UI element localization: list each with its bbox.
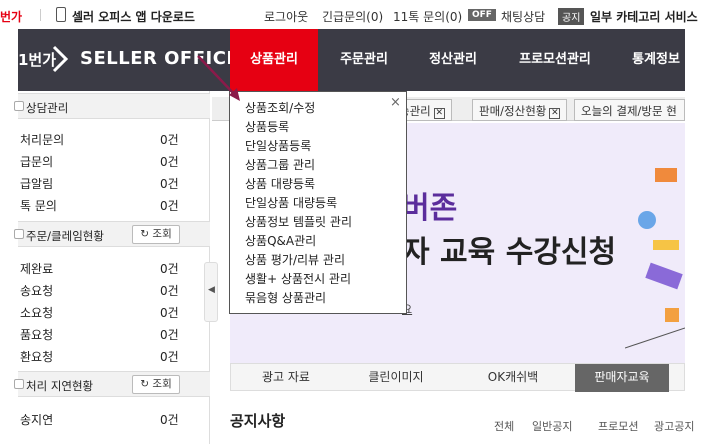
list-item[interactable]: 처리문의 0건: [18, 127, 210, 149]
top-util-bar: 번가 셀러 오피스 앱 다운로드 로그아웃 긴급문의(0) 11톡 문의(0) …: [0, 0, 718, 30]
tab-label: 오늘의 결제/방문 현: [581, 104, 677, 118]
tab-today-payment[interactable]: 오늘의 결제/방문 현: [574, 99, 685, 121]
list-item[interactable]: 급알림 0건: [18, 171, 210, 193]
section-checkbox[interactable]: [14, 229, 24, 239]
sidebar-collapse-handle[interactable]: ◀: [204, 262, 218, 322]
notice-filter-promotion[interactable]: 프로모션: [598, 418, 638, 434]
refresh-query-button[interactable]: ↻ 조회: [132, 375, 180, 394]
row-count[interactable]: 0건: [160, 326, 179, 343]
banner-heading-2: 자 교육 수강신청: [402, 235, 617, 270]
row-label: 급문의: [20, 155, 54, 169]
row-count[interactable]: 0건: [160, 153, 179, 170]
list-item[interactable]: 급문의 0건: [18, 149, 210, 171]
banner-tabs: 광고 자료 클린이미지 OK캐쉬백 판매자교육: [230, 363, 685, 392]
tab-ad-material[interactable]: 광고 자료: [231, 364, 341, 392]
row-count[interactable]: 0건: [160, 197, 179, 214]
menu-item-template[interactable]: 상품정보 템플릿 관리: [245, 213, 352, 230]
tab-sales-settlement[interactable]: 판매/정산현황 ✕: [472, 99, 568, 121]
row-count[interactable]: 0건: [160, 348, 179, 365]
row-label: 처리문의: [20, 133, 65, 147]
row-label: 송지연: [20, 413, 54, 427]
row-label: 소요청: [20, 306, 54, 320]
row-label: 톡 문의: [20, 199, 57, 213]
button-label: 조회: [152, 378, 172, 390]
notice-ticker[interactable]: 일부 카테고리 서비스: [590, 8, 698, 25]
nav-promotion-management[interactable]: 프로모션관리: [500, 29, 610, 91]
menu-item-single-product-register[interactable]: 단일상품등록: [245, 137, 311, 154]
menu-item-product-group[interactable]: 상품그룹 관리: [245, 156, 315, 173]
app-download-link[interactable]: 셀러 오피스 앱 다운로드: [72, 8, 195, 25]
logout-link[interactable]: 로그아웃: [264, 8, 308, 25]
tab-clean-image[interactable]: 클린이미지: [341, 364, 451, 392]
nav-statistics[interactable]: 통계정보: [616, 29, 685, 91]
menu-item-living-plus[interactable]: 생활+ 상품전시 관리: [245, 270, 351, 287]
close-icon[interactable]: ✕: [549, 108, 561, 119]
divider: [40, 9, 41, 21]
tab-seller-education[interactable]: 판매자교육: [575, 364, 669, 392]
nav-settlement-management[interactable]: 정산관리: [408, 29, 498, 91]
notice-title: 공지사항: [230, 412, 286, 430]
tab-label: 판매/정산현황: [479, 104, 547, 118]
section-header-consult: 상담관리: [14, 93, 210, 119]
left-sidebar: 상담관리 처리문의 0건 급문의 0건 급알림 0건 톡 문의 0건 주문/클레…: [14, 91, 210, 444]
list-item[interactable]: 환요청 0건: [18, 344, 210, 366]
close-icon[interactable]: ×: [390, 95, 401, 110]
notice-filter-all[interactable]: 전체: [494, 418, 514, 434]
row-count[interactable]: 0건: [160, 411, 179, 428]
tab-ok-cashbag[interactable]: OK캐쉬백: [451, 364, 575, 392]
list-item[interactable]: 송요청 0건: [18, 278, 210, 300]
notice-filter-ad[interactable]: 광고공지: [654, 418, 694, 434]
button-label: 조회: [152, 228, 172, 240]
banner-illustration-icon: [625, 168, 685, 349]
section-title: 처리 지연현황: [26, 379, 94, 393]
row-label: 급알림: [20, 177, 54, 191]
section-header-delay: 처리 지연현황 ↻ 조회: [14, 371, 210, 397]
list-item[interactable]: 제완료 0건: [18, 256, 210, 278]
banner-heading-1: 버존: [402, 191, 458, 226]
logo-number[interactable]: 1번가: [18, 49, 56, 70]
row-count[interactable]: 0건: [160, 304, 179, 321]
chevron-left-icon: ◀: [208, 285, 215, 295]
row-count[interactable]: 0건: [160, 175, 179, 192]
refresh-query-button[interactable]: ↻ 조회: [132, 225, 180, 244]
row-count[interactable]: 0건: [160, 131, 179, 148]
annotation-arrow-icon: [197, 55, 240, 101]
notice-filter-general[interactable]: 일반공지: [532, 418, 572, 434]
list-item[interactable]: 품요청 0건: [18, 322, 210, 344]
list-item[interactable]: 송지연 0건: [18, 407, 210, 429]
list-item[interactable]: 톡 문의 0건: [18, 193, 210, 215]
row-count[interactable]: 0건: [160, 260, 179, 277]
logo-arrow-icon: [52, 45, 69, 73]
menu-item-bulk-register[interactable]: 상품 대량등록: [245, 175, 315, 192]
urgent-inquiry-link[interactable]: 긴급문의(0): [322, 8, 383, 25]
chat-consult-link[interactable]: 채팅상담: [501, 8, 545, 25]
row-count[interactable]: 0건: [160, 282, 179, 299]
section-title: 상담관리: [26, 101, 69, 115]
row-label: 환요청: [20, 350, 54, 364]
menu-item-product-register[interactable]: 상품등록: [245, 118, 289, 135]
list-item[interactable]: 소요청 0건: [18, 300, 210, 322]
menu-item-review[interactable]: 상품 평가/리뷰 관리: [245, 251, 345, 268]
section-checkbox[interactable]: [14, 101, 24, 111]
nav-order-management[interactable]: 주문관리: [320, 29, 408, 91]
product-management-dropdown: × 상품조회/수정 상품등록 단일상품등록 상품그룹 관리 상품 대량등록 단일…: [229, 91, 407, 314]
menu-item-qna[interactable]: 상품Q&A관리: [245, 232, 316, 249]
brand-fragment: 번가: [0, 10, 23, 24]
section-checkbox[interactable]: [14, 379, 24, 389]
notice-badge: 공지: [558, 8, 585, 25]
menu-item-bundle[interactable]: 묶음형 상품관리: [245, 289, 326, 306]
main-header: 1번가 SELLER OFFICE 상품관리 주문관리 정산관리 프로모션관리 …: [18, 29, 685, 91]
chat-off-badge: OFF: [468, 9, 496, 21]
menu-item-single-bulk-register[interactable]: 단일상품 대량등록: [245, 194, 337, 211]
menu-item-product-search[interactable]: 상품조회/수정: [245, 99, 315, 116]
close-icon[interactable]: ✕: [433, 108, 445, 119]
row-label: 품요청: [20, 328, 54, 342]
section-header-order-claim: 주문/클레임현황 ↻ 조회: [14, 221, 210, 247]
row-label: 송요청: [20, 284, 54, 298]
row-label: 제완료: [20, 262, 54, 276]
mobile-phone-icon: [56, 7, 66, 22]
section-title: 주문/클레임현황: [26, 229, 104, 243]
eleven-talk-inquiry-link[interactable]: 11톡 문의(0): [393, 8, 462, 25]
